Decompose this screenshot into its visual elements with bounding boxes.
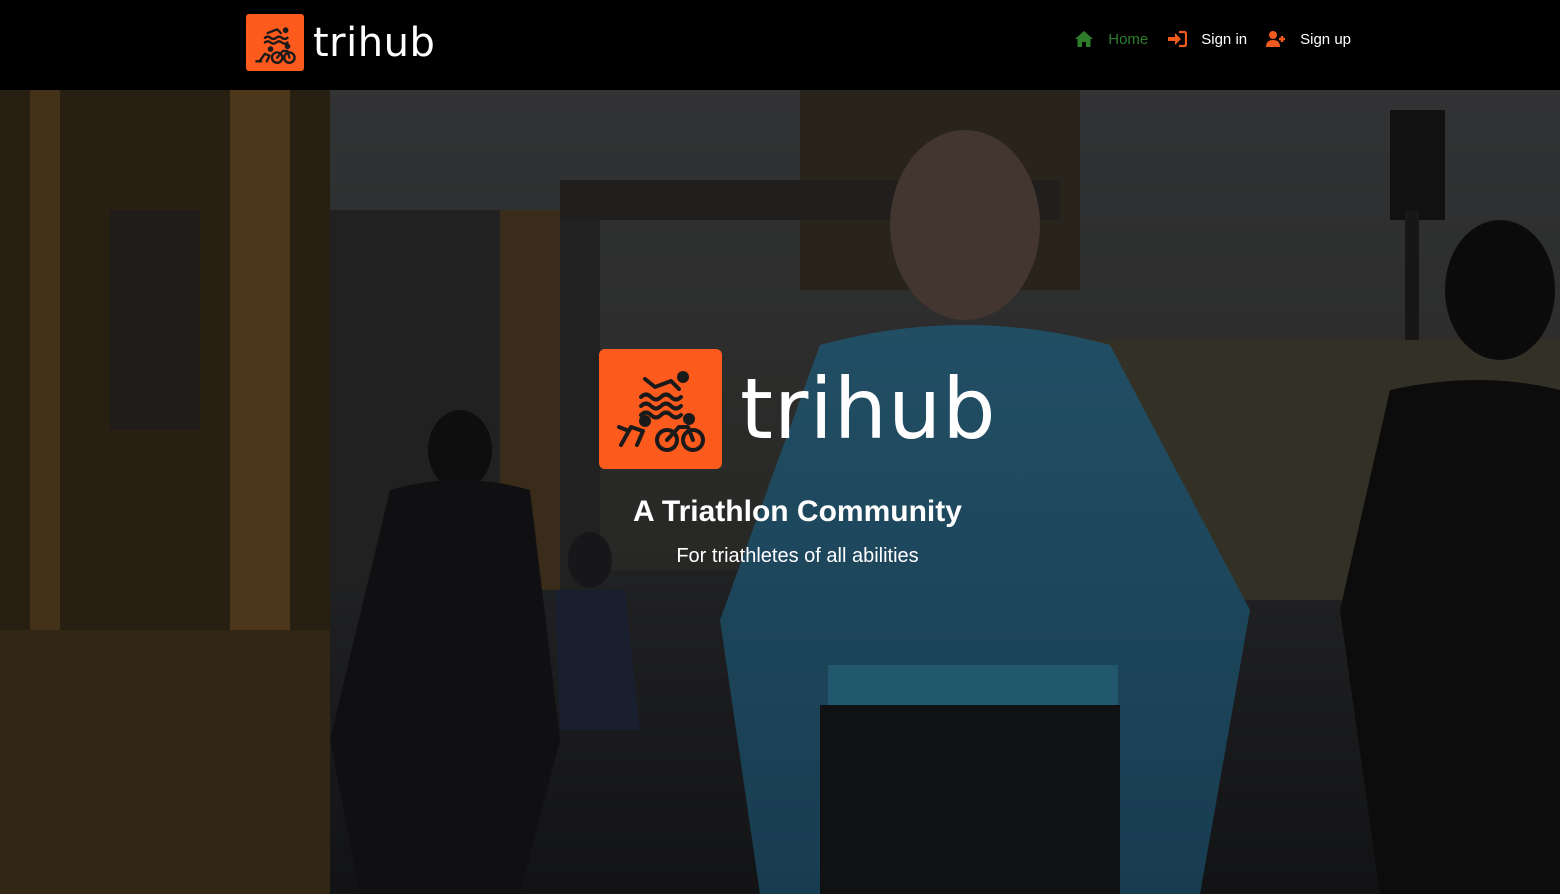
nav-sign-in-label: Sign in — [1201, 30, 1248, 48]
nav-sign-up-label: Sign up — [1300, 30, 1351, 48]
user-plus-icon — [1266, 31, 1286, 47]
home-icon — [1075, 31, 1094, 47]
hero-dark-overlay — [0, 90, 1560, 894]
brand-name: trihub — [313, 19, 436, 66]
hero-brand-name: trihub — [740, 360, 997, 458]
brand-logo-link[interactable]: trihub — [246, 14, 435, 71]
hero-title: A Triathlon Community — [633, 495, 962, 528]
nav-home-label: Home — [1108, 30, 1149, 48]
triathlon-logo-icon — [599, 349, 722, 469]
top-navbar: trihub Home Sign in Sign up — [0, 0, 1560, 90]
triathlon-logo-icon — [246, 14, 304, 71]
nav-home[interactable]: Home — [1074, 30, 1148, 48]
nav-sign-up[interactable]: Sign up — [1266, 30, 1351, 48]
sign-in-icon — [1168, 30, 1188, 48]
hero-section: trihub A Triathlon Community For triathl… — [0, 90, 1560, 894]
hero-brand-logo: trihub — [599, 349, 997, 469]
nav-sign-in[interactable]: Sign in — [1167, 30, 1247, 48]
main-nav: Home Sign in Sign up — [1055, 30, 1351, 48]
hero-subtitle: For triathletes of all abilities — [676, 545, 919, 567]
